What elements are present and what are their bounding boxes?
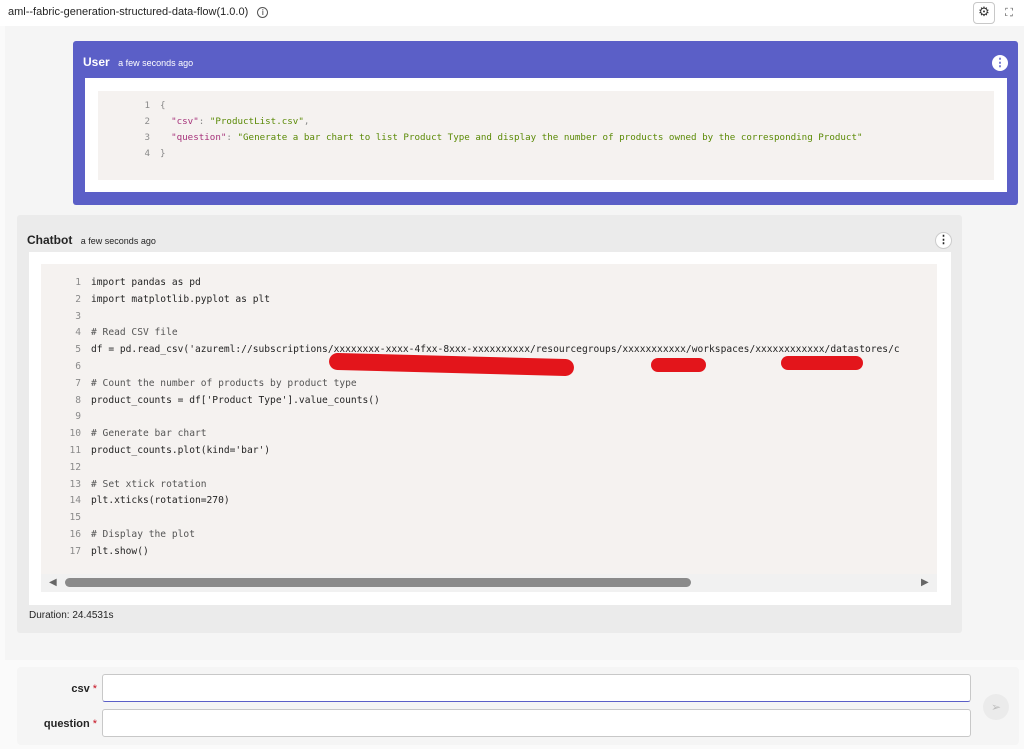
question-input[interactable] xyxy=(102,709,971,737)
code-line: 2 "csv": "ProductList.csv", xyxy=(98,114,994,130)
line-number: 8 xyxy=(75,394,81,406)
code-line: 16 # Display the plot xyxy=(41,527,937,544)
json-brace: } xyxy=(160,148,166,159)
json-code-block: 1{2 "csv": "ProductList.csv", 3 "question… xyxy=(98,91,994,180)
line-number: 2 xyxy=(75,293,81,305)
chatbot-timestamp: a few seconds ago xyxy=(80,236,156,246)
question-label-text: question xyxy=(43,718,90,730)
chatbot-message-body: 1 import pandas as pd 2 import matplotlib.p… xyxy=(29,252,951,605)
line-number: 16 xyxy=(69,528,81,540)
more-vertical-icon[interactable]: ⋮ xyxy=(992,55,1008,71)
code-text: # Display the plot xyxy=(91,528,195,540)
line-number: 1 xyxy=(144,100,150,111)
code-text: product_counts.plot(kind='bar') xyxy=(91,444,271,456)
line-number: 11 xyxy=(69,444,81,456)
code-line: 13 # Set xtick rotation xyxy=(41,477,937,494)
csv-label: csv * xyxy=(71,683,97,695)
user-author: User xyxy=(83,55,110,69)
code-line: 12 xyxy=(41,460,937,477)
code-text: import matplotlib.pyplot as plt xyxy=(91,293,271,305)
scroll-left-icon[interactable]: ◀ xyxy=(49,577,57,588)
question-row: question * xyxy=(17,709,1019,737)
code-line: 4 # Read CSV file xyxy=(41,325,937,342)
flow-title: aml--fabric-generation-structured-data-f… xyxy=(8,6,269,18)
code-line: 3 xyxy=(41,309,937,326)
line-number: 14 xyxy=(69,495,81,507)
line-number: 10 xyxy=(69,428,81,440)
flow-title-text: aml--fabric-generation-structured-data-f… xyxy=(8,6,249,18)
input-panel: csv * question * ➢ xyxy=(17,667,1019,745)
csv-row: csv * xyxy=(17,674,1019,702)
code-line: 17 plt.show() xyxy=(41,544,937,561)
code-line: 4} xyxy=(98,146,994,162)
code-line: 15 xyxy=(41,510,937,527)
line-number: 6 xyxy=(75,360,81,372)
code-line: 10 # Generate bar chart xyxy=(41,426,937,443)
code-line: 7 # Count the number of products by produ… xyxy=(41,376,937,393)
code-line: 9 xyxy=(41,409,937,426)
fullscreen-icon[interactable]: ⛶ xyxy=(1000,4,1018,22)
csv-input[interactable] xyxy=(102,674,971,702)
gear-icon[interactable]: ⚙ xyxy=(973,2,995,24)
question-label: question * xyxy=(44,718,97,730)
required-mark: * xyxy=(92,683,97,695)
code-text: product_counts = df['Product Type'].valu… xyxy=(91,394,380,406)
code-line: 3 "question": "Generate a bar chart to l… xyxy=(98,130,994,146)
title-bar: aml--fabric-generation-structured-data-f… xyxy=(0,0,1024,26)
code-text: # Generate bar chart xyxy=(91,428,207,440)
horizontal-scrollbar[interactable]: ◀ ▶ xyxy=(41,574,937,592)
scroll-right-icon[interactable]: ▶ xyxy=(921,577,929,588)
user-timestamp: a few seconds ago xyxy=(118,58,194,68)
json-key: "question" xyxy=(171,132,227,143)
line-number: 5 xyxy=(75,344,81,356)
code-text: # Count the number of products by produc… xyxy=(91,377,357,389)
required-mark: * xyxy=(92,718,97,730)
csv-label-text: csv xyxy=(71,683,90,695)
chatbot-message-card: Chatbot a few seconds ago ⋮ 1 import pand… xyxy=(17,215,962,633)
code-text: plt.xticks(rotation=270) xyxy=(91,495,230,507)
user-message-body: 1{2 "csv": "ProductList.csv", 3 "question… xyxy=(85,78,1007,192)
json-key: "csv" xyxy=(171,116,199,127)
code-line: 11 product_counts.plot(kind='bar') xyxy=(41,443,937,460)
more-vertical-icon[interactable]: ⋮ xyxy=(935,232,952,249)
chatbot-author: Chatbot xyxy=(27,233,73,247)
line-number: 4 xyxy=(75,327,81,339)
line-number: 12 xyxy=(69,461,81,473)
code-text: df = pd.read_csv('azureml://subscription… xyxy=(91,344,900,356)
info-icon[interactable]: i xyxy=(257,7,269,18)
response-duration: Duration: 24.4531s xyxy=(29,610,114,621)
line-number: 9 xyxy=(75,411,81,423)
json-brace: { xyxy=(160,100,166,111)
code-text: plt.show() xyxy=(91,545,149,557)
line-number: 17 xyxy=(69,545,81,557)
json-value: "Generate a bar chart to list Product Ty… xyxy=(237,132,863,143)
line-number: 1 xyxy=(75,277,81,288)
line-number: 3 xyxy=(75,310,81,322)
redaction-mark xyxy=(781,356,863,370)
code-text: # Set xtick rotation xyxy=(91,478,207,490)
code-line: 2 import matplotlib.pyplot as plt xyxy=(41,292,937,309)
user-message-header: User a few seconds ago xyxy=(83,53,193,71)
line-number: 13 xyxy=(69,478,81,490)
chatbot-message-header: Chatbot a few seconds ago xyxy=(27,231,156,249)
python-code-block: 1 import pandas as pd 2 import matplotlib.p… xyxy=(41,264,937,574)
line-number: 4 xyxy=(144,148,150,159)
code-line: 8 product_counts = df['Product Type'].val… xyxy=(41,393,937,410)
code-text: import pandas as pd xyxy=(91,277,201,288)
code-text: # Read CSV file xyxy=(91,327,178,339)
json-punct: , xyxy=(303,116,310,127)
scrollbar-thumb[interactable] xyxy=(65,578,691,587)
code-line: 14 plt.xticks(rotation=270) xyxy=(41,493,937,510)
line-number: 2 xyxy=(144,116,150,127)
code-line: 1{ xyxy=(98,98,994,114)
redaction-mark xyxy=(651,358,706,372)
line-number: 7 xyxy=(75,377,81,389)
user-message-card: User a few seconds ago ⋮ 1{2 "csv": "Pro… xyxy=(73,41,1018,205)
code-line: 1 import pandas as pd xyxy=(41,275,937,292)
send-icon[interactable]: ➢ xyxy=(983,694,1009,720)
line-number: 15 xyxy=(69,512,81,524)
json-value: "ProductList.csv" xyxy=(209,116,304,127)
line-number: 3 xyxy=(144,132,150,143)
